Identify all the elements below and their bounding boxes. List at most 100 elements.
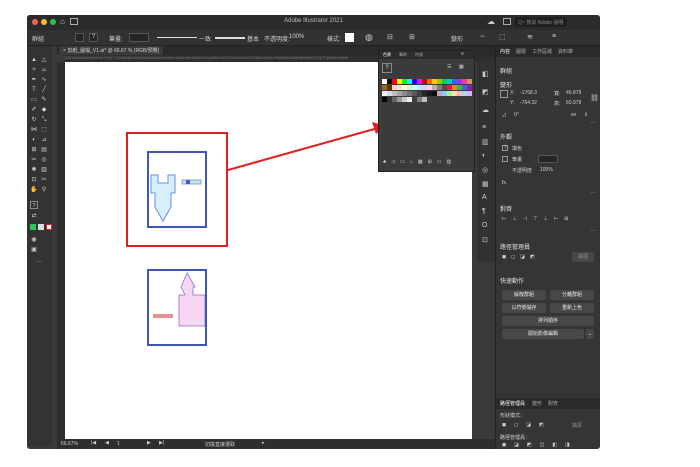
- type-tool-icon[interactable]: T: [30, 86, 38, 94]
- artboard-tool-icon[interactable]: ⊡: [30, 176, 38, 184]
- document-tab[interactable]: × 剪紙_圖檔_V1.ai* @ 66.67 % (RGB/預覽): [59, 46, 164, 55]
- opacity-value[interactable]: 100%: [289, 34, 304, 40]
- fill-swatch-panel[interactable]: ?: [502, 145, 508, 151]
- opentype-panel-icon[interactable]: O: [482, 222, 487, 229]
- top-paper-shape[interactable]: [150, 174, 176, 223]
- shape-builder-icon[interactable]: ◐: [30, 136, 38, 144]
- direct-selection-tool-icon[interactable]: △: [40, 56, 48, 64]
- magic-wand-icon[interactable]: ✧: [30, 66, 38, 74]
- pathfinder-op-buttons[interactable]: ◼◪◩◫◧◨: [502, 442, 578, 448]
- constrain-proportions-icon[interactable]: ⛓: [590, 94, 599, 102]
- color-swatch[interactable]: [467, 79, 472, 84]
- status-menu-icon[interactable]: ▸: [262, 440, 265, 446]
- rotate-tool-icon[interactable]: ↻: [30, 116, 38, 124]
- color-swatch[interactable]: [467, 85, 472, 90]
- hand-tool-icon[interactable]: ✋: [30, 186, 38, 194]
- character-panel-icon[interactable]: A: [482, 194, 487, 201]
- stroke-swatch-panel[interactable]: [502, 156, 508, 162]
- gradient-panel-icon[interactable]: ▥: [482, 138, 489, 146]
- color-guide-icon[interactable]: ◩: [482, 88, 489, 96]
- default-fill-stroke-icon[interactable]: ?: [30, 201, 38, 209]
- warp-icon[interactable]: ≋: [527, 33, 533, 41]
- tab-layers[interactable]: 圖層: [516, 48, 526, 55]
- swatch-panel-menu-icon[interactable]: ≡: [461, 51, 464, 57]
- cloud-icon[interactable]: ☁: [487, 17, 495, 26]
- reference-point-icon[interactable]: [500, 90, 508, 98]
- isolate-icon[interactable]: ⬚: [499, 33, 506, 41]
- flip-vertical-icon[interactable]: ⇕: [584, 112, 588, 118]
- transform-more-icon[interactable]: ···: [591, 120, 596, 126]
- tab-libraries[interactable]: 資料庫: [558, 48, 573, 55]
- zoom-level[interactable]: 66.67%: [61, 441, 78, 447]
- more-tools-icon[interactable]: ···: [35, 258, 43, 266]
- next-artboard-icon[interactable]: ▶: [147, 440, 151, 446]
- line-tool-icon[interactable]: ╱: [40, 86, 48, 94]
- tab-brushes[interactable]: 筆刷: [399, 52, 407, 58]
- y-field[interactable]: -764.32: [520, 100, 537, 106]
- width-tool-icon[interactable]: ⋈: [30, 126, 38, 134]
- artboard-bottom[interactable]: [147, 269, 207, 346]
- grid-view-icon[interactable]: ▦: [459, 64, 464, 70]
- tab-artboards[interactable]: 工作區域: [532, 48, 552, 55]
- graphic-styles-icon[interactable]: ▦: [482, 180, 489, 188]
- tab-swatches[interactable]: 色票: [383, 52, 391, 58]
- artboard-number[interactable]: 1: [117, 441, 120, 447]
- bottom-strip-shape[interactable]: [153, 314, 173, 318]
- arrange-button[interactable]: 排列順序: [502, 316, 594, 326]
- pen-tool-icon[interactable]: ✒: [30, 76, 38, 84]
- column-graph-icon[interactable]: ▥: [40, 166, 48, 174]
- tab-transform[interactable]: 變形: [532, 400, 542, 407]
- swap-fill-stroke-icon[interactable]: ⇄: [30, 212, 38, 220]
- document-tab-close[interactable]: ×: [63, 48, 66, 54]
- zoom-tool-icon[interactable]: ⚲: [40, 186, 48, 194]
- slice-tool-icon[interactable]: ✂: [40, 176, 48, 184]
- none-mode-icon[interactable]: [46, 224, 52, 230]
- rectangle-tool-icon[interactable]: ▭: [30, 96, 38, 104]
- start-image-editing-button[interactable]: 開始影像編輯: [502, 329, 584, 339]
- appearance-more-icon[interactable]: ···: [591, 190, 596, 196]
- swatch-panel-footer-icons[interactable]: ♣◁▭⌂▦⊞▭▥: [383, 159, 456, 165]
- first-artboard-icon[interactable]: |◀: [91, 440, 96, 446]
- curvature-tool-icon[interactable]: ∿: [40, 76, 48, 84]
- align-icon[interactable]: ⊞: [409, 33, 415, 41]
- tab-pathfinder[interactable]: 路徑管理員: [500, 400, 525, 407]
- eyedropper-icon[interactable]: ✑: [30, 156, 38, 164]
- align-buttons[interactable]: ⊢⊥⊣⊤⊥⊢⊞: [502, 216, 574, 222]
- stroke-swatch[interactable]: ?: [89, 33, 98, 42]
- quick-actions-menu-button[interactable]: ⌄: [586, 329, 594, 339]
- transparency-panel-icon[interactable]: ◐: [482, 152, 486, 159]
- brush-definition-select[interactable]: 基本: [247, 34, 259, 43]
- tab-symbols[interactable]: 符號: [415, 52, 423, 58]
- w-field[interactable]: 46.879: [566, 90, 581, 96]
- color-swatch[interactable]: [467, 91, 472, 96]
- arrange-documents-icon[interactable]: [503, 18, 511, 25]
- stroke-weight-field[interactable]: [129, 33, 149, 42]
- prev-artboard-icon[interactable]: ◀: [105, 440, 109, 446]
- appearance-panel-icon[interactable]: ◎: [482, 166, 488, 174]
- expand-button[interactable]: 擴展: [572, 252, 594, 262]
- gradient-tool-icon[interactable]: ▤: [40, 146, 48, 154]
- flip-horizontal-icon[interactable]: ⋈: [571, 112, 576, 118]
- perspective-grid-icon[interactable]: ⊿: [40, 136, 48, 144]
- pathfinder-buttons[interactable]: ◼◻◪◩: [502, 254, 540, 260]
- bottom-paper-shape[interactable]: [178, 272, 206, 327]
- scale-tool-icon[interactable]: ⤡: [40, 116, 48, 124]
- h-field[interactable]: 60.979: [566, 100, 581, 106]
- tab-properties[interactable]: 內容: [500, 48, 510, 55]
- recolor-button[interactable]: 重新上色: [550, 303, 594, 313]
- libraries-icon[interactable]: ☁: [482, 106, 489, 114]
- last-artboard-icon[interactable]: ▶|: [159, 440, 164, 446]
- bottom-expand-button[interactable]: 擴展: [572, 422, 582, 429]
- swatch-fill-stroke-icon[interactable]: ?: [382, 63, 392, 73]
- blend-tool-icon[interactable]: ◎: [40, 156, 48, 164]
- stroke-panel-icon[interactable]: ≡: [482, 124, 486, 131]
- stroke-profile-select[interactable]: 一致: [199, 34, 211, 43]
- screen-mode-icon[interactable]: ▣: [30, 246, 38, 254]
- eraser-icon[interactable]: ◆: [40, 106, 48, 114]
- paragraph-panel-icon[interactable]: ¶: [482, 208, 486, 215]
- free-transform-icon[interactable]: ⬚: [40, 126, 48, 134]
- top-strip-shape[interactable]: [181, 179, 202, 185]
- shaper-tool-icon[interactable]: ✐: [30, 106, 38, 114]
- selection-tool-icon[interactable]: ▲: [30, 56, 38, 64]
- align-options-icon[interactable]: ⊟: [387, 33, 393, 41]
